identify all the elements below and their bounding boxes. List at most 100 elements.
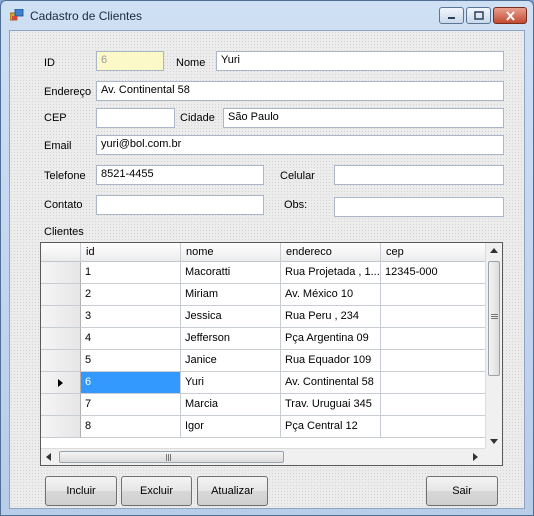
maximize-icon (473, 11, 484, 20)
cell-cep[interactable] (381, 306, 486, 328)
row-header[interactable] (41, 306, 81, 328)
minimize-button[interactable] (439, 7, 464, 24)
cell-cep[interactable] (381, 284, 486, 306)
maximize-button[interactable] (466, 7, 491, 24)
atualizar-button[interactable]: Atualizar (197, 476, 268, 506)
cell-cep[interactable] (381, 372, 486, 394)
email-field[interactable]: yuri@bol.com.br (96, 135, 504, 155)
cidade-label: Cidade (180, 112, 215, 124)
grid-vertical-scrollbar[interactable] (485, 243, 502, 450)
scroll-down-arrow-icon[interactable] (490, 439, 498, 444)
contato-field[interactable] (96, 195, 264, 215)
scrollbar-corner (485, 448, 502, 465)
cell-id[interactable]: 1 (81, 262, 181, 284)
cell-nome[interactable]: Macoratti (181, 262, 281, 284)
cell-nome[interactable]: Marcia (181, 394, 281, 416)
row-header[interactable] (41, 284, 81, 306)
row-header[interactable] (41, 394, 81, 416)
table-row[interactable]: 4 Jefferson Pça Argentina 09 (41, 328, 486, 350)
endereco-label: Endereço (44, 86, 92, 98)
cell-cep[interactable] (381, 394, 486, 416)
table-row-selected[interactable]: 6 Yuri Av. Continental 58 (41, 372, 486, 394)
column-header-endereco[interactable]: endereco (281, 243, 381, 262)
cell-endereco[interactable]: Av. Continental 58 (281, 372, 381, 394)
row-header[interactable] (41, 262, 81, 284)
grid-header-row: id nome endereco cep (41, 243, 486, 262)
clientes-grid[interactable]: id nome endereco cep 1 Macoratti Rua Pro… (40, 242, 503, 466)
row-header[interactable] (41, 350, 81, 372)
window-title: Cadastro de Clientes (30, 9, 143, 23)
vertical-scroll-thumb[interactable] (488, 261, 500, 376)
cep-field[interactable] (96, 108, 175, 128)
cell-id[interactable]: 3 (81, 306, 181, 328)
scroll-left-arrow-icon[interactable] (46, 453, 51, 461)
cell-nome[interactable]: Yuri (181, 372, 281, 394)
grip-icon (166, 454, 171, 461)
close-icon (505, 10, 515, 21)
cell-id[interactable]: 6 (81, 372, 181, 394)
cell-endereco[interactable]: Pça Argentina 09 (281, 328, 381, 350)
cell-nome[interactable]: Janice (181, 350, 281, 372)
row-header[interactable] (41, 372, 81, 394)
row-header[interactable] (41, 328, 81, 350)
table-row[interactable]: 1 Macoratti Rua Projetada , 1... 12345-0… (41, 262, 486, 284)
grid-corner-header[interactable] (41, 243, 81, 262)
cell-endereco[interactable]: Rua Projetada , 1... (281, 262, 381, 284)
cell-cep[interactable]: 12345-000 (381, 262, 486, 284)
cell-cep[interactable] (381, 350, 486, 372)
telefone-field[interactable]: 8521-4455 (96, 165, 264, 185)
row-header[interactable] (41, 416, 81, 438)
table-row[interactable]: 2 Miriam Av. México 10 (41, 284, 486, 306)
telefone-label: Telefone (44, 170, 86, 182)
cell-id[interactable]: 5 (81, 350, 181, 372)
contato-label: Contato (44, 199, 83, 211)
minimize-icon (447, 16, 455, 19)
current-row-arrow-icon (58, 379, 63, 387)
form-area: ID 6 Nome Yuri Endereço Av. Continental … (9, 30, 525, 509)
column-header-cep[interactable]: cep (381, 243, 486, 262)
cell-endereco[interactable]: Rua Equador 109 (281, 350, 381, 372)
id-label: ID (44, 57, 55, 69)
cell-id[interactable]: 7 (81, 394, 181, 416)
incluir-button[interactable]: Incluir (45, 476, 117, 506)
cidade-field[interactable]: São Paulo (223, 108, 504, 128)
obs-field[interactable] (334, 197, 504, 217)
clientes-label: Clientes (44, 226, 84, 238)
cell-nome[interactable]: Jessica (181, 306, 281, 328)
nome-label: Nome (176, 57, 206, 69)
cell-endereco[interactable]: Trav. Uruguai 345 (281, 394, 381, 416)
id-field[interactable]: 6 (96, 51, 164, 71)
celular-label: Celular (280, 170, 315, 182)
celular-field[interactable] (334, 165, 504, 185)
table-row[interactable]: 3 Jessica Rua Peru , 234 (41, 306, 486, 328)
table-row[interactable]: 7 Marcia Trav. Uruguai 345 (41, 394, 486, 416)
cell-nome[interactable]: Jefferson (181, 328, 281, 350)
cell-endereco[interactable]: Rua Peru , 234 (281, 306, 381, 328)
cell-cep[interactable] (381, 328, 486, 350)
title-bar[interactable]: Cadastro de Clientes (1, 1, 533, 31)
close-button[interactable] (493, 7, 527, 24)
cell-nome[interactable]: Miriam (181, 284, 281, 306)
cell-endereco[interactable]: Av. México 10 (281, 284, 381, 306)
scroll-up-arrow-icon[interactable] (490, 248, 498, 253)
obs-label: Obs: (284, 199, 308, 211)
endereco-field[interactable]: Av. Continental 58 (96, 81, 504, 101)
table-row[interactable]: 5 Janice Rua Equador 109 (41, 350, 486, 372)
cell-nome[interactable]: Igor (181, 416, 281, 438)
cell-id[interactable]: 4 (81, 328, 181, 350)
grid-horizontal-scrollbar[interactable] (41, 448, 486, 465)
cell-id[interactable]: 8 (81, 416, 181, 438)
scroll-right-arrow-icon[interactable] (473, 453, 478, 461)
horizontal-scroll-thumb[interactable] (59, 451, 284, 463)
nome-field[interactable]: Yuri (216, 51, 504, 71)
table-row[interactable]: 8 Igor Pça Central 12 (41, 416, 486, 438)
column-header-nome[interactable]: nome (181, 243, 281, 262)
cell-cep[interactable] (381, 416, 486, 438)
excluir-button[interactable]: Excluir (121, 476, 192, 506)
column-header-id[interactable]: id (81, 243, 181, 262)
cell-endereco[interactable]: Pça Central 12 (281, 416, 381, 438)
sair-button[interactable]: Sair (426, 476, 498, 506)
email-label: Email (44, 140, 72, 152)
app-icon (10, 9, 24, 21)
cell-id[interactable]: 2 (81, 284, 181, 306)
